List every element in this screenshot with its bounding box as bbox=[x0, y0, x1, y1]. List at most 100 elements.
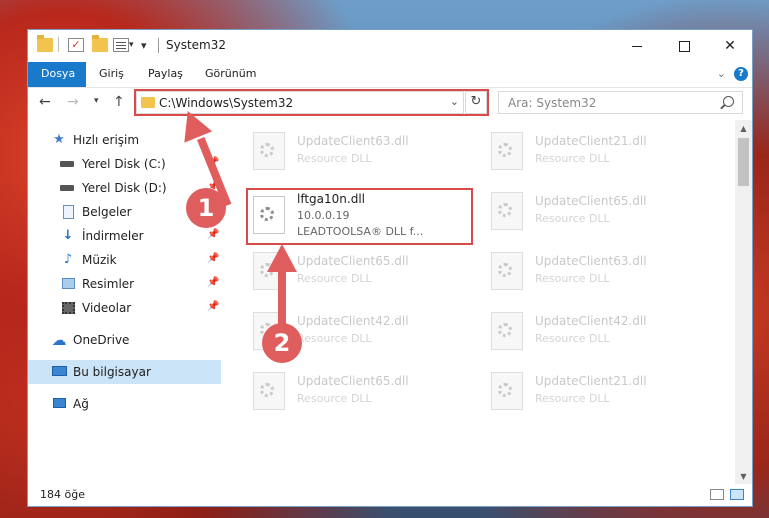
explorer-window: ✓ ▾ ▾ System32 ✕ Dosya Giriş Paylaş Görü… bbox=[27, 29, 753, 507]
dll-file-icon bbox=[491, 372, 523, 410]
gear-icon bbox=[498, 263, 512, 277]
sidebar-item-disk-c[interactable]: Yerel Disk (C:) 📌 bbox=[28, 152, 221, 176]
close-button[interactable]: ✕ bbox=[707, 30, 753, 62]
new-folder-icon[interactable] bbox=[92, 35, 108, 52]
file-tile[interactable]: UpdateClient21.dll Resource DLL bbox=[483, 366, 703, 416]
gear-icon bbox=[260, 383, 274, 397]
file-type: Resource DLL bbox=[535, 332, 610, 345]
file-type: Resource DLL bbox=[535, 392, 610, 405]
maximize-button[interactable] bbox=[661, 30, 707, 62]
file-type: Resource DLL bbox=[297, 272, 372, 285]
file-list: UpdateClient63.dll Resource DLL UpdateCl… bbox=[243, 120, 737, 485]
file-name: UpdateClient63.dll bbox=[535, 254, 647, 268]
search-placeholder[interactable]: Ara: System32 bbox=[508, 96, 596, 110]
status-bar: 184 öğe bbox=[28, 484, 752, 506]
file-tile[interactable]: UpdateClient21.dll Resource DLL bbox=[483, 126, 703, 176]
sidebar-item-network[interactable]: Ağ bbox=[28, 392, 221, 416]
search-box[interactable]: Ara: System32 bbox=[498, 91, 743, 114]
file-name: UpdateClient21.dll bbox=[535, 134, 647, 148]
sidebar-item-label: Müzik bbox=[82, 253, 117, 267]
sidebar-item-label: Videolar bbox=[82, 301, 132, 315]
sidebar-item-label: Yerel Disk (D:) bbox=[82, 181, 167, 195]
forward-icon[interactable]: → bbox=[67, 94, 79, 110]
divider bbox=[58, 37, 59, 52]
dll-file-icon bbox=[491, 252, 523, 290]
up-icon[interactable]: ↑ bbox=[113, 94, 125, 110]
title-separator bbox=[158, 38, 159, 53]
file-name: UpdateClient42.dll bbox=[297, 314, 409, 328]
music-icon: ♪ bbox=[63, 252, 73, 267]
scroll-down-icon[interactable]: ▼ bbox=[735, 468, 752, 485]
sidebar-item-label: Yerel Disk (C:) bbox=[82, 157, 166, 171]
minimize-icon bbox=[632, 46, 642, 47]
sidebar-item-pictures[interactable]: Resimler 📌 bbox=[28, 272, 221, 296]
file-tile[interactable]: UpdateClient65.dll Resource DLL bbox=[245, 366, 465, 416]
sidebar-item-videos[interactable]: Videolar 📌 bbox=[28, 296, 221, 320]
properties-check-icon[interactable]: ✓ bbox=[68, 38, 84, 52]
annotation-badge-1: 1 bbox=[186, 188, 226, 228]
sidebar-item-label: Hızlı erişim bbox=[73, 133, 140, 147]
dll-file-icon bbox=[491, 132, 523, 170]
file-tile[interactable]: UpdateClient63.dll Resource DLL bbox=[483, 246, 703, 296]
help-icon[interactable]: ? bbox=[734, 67, 748, 81]
tiles-view-icon[interactable] bbox=[730, 489, 744, 500]
back-icon[interactable]: ← bbox=[39, 94, 51, 110]
search-icon[interactable] bbox=[723, 96, 734, 107]
pictures-icon bbox=[60, 276, 76, 292]
file-type: Resource DLL bbox=[535, 152, 610, 165]
customize-toolbar-icon[interactable]: ▾ bbox=[141, 39, 157, 53]
network-icon bbox=[51, 396, 67, 412]
file-type: Resource DLL bbox=[297, 152, 372, 165]
gear-icon bbox=[498, 203, 512, 217]
pin-icon[interactable]: 📌 bbox=[207, 277, 219, 288]
sidebar-item-label: İndirmeler bbox=[82, 229, 144, 243]
gear-icon bbox=[498, 383, 512, 397]
file-tile[interactable]: UpdateClient65.dll Resource DLL bbox=[483, 186, 703, 236]
file-name: UpdateClient65.dll bbox=[535, 194, 647, 208]
sidebar-item-this-pc[interactable]: Bu bilgisayar bbox=[28, 360, 221, 384]
tab-home[interactable]: Giriş bbox=[90, 62, 133, 87]
download-icon: ↓ bbox=[62, 228, 74, 243]
file-tile[interactable]: UpdateClient63.dll Resource DLL bbox=[245, 126, 465, 176]
vertical-scrollbar[interactable]: ▲ ▼ bbox=[735, 120, 752, 485]
gear-icon bbox=[498, 143, 512, 157]
gear-icon bbox=[260, 143, 274, 157]
sidebar-item-onedrive[interactable]: ☁ OneDrive bbox=[28, 328, 221, 352]
details-view-icon[interactable] bbox=[710, 489, 724, 500]
sidebar-item-music[interactable]: ♪ Müzik 📌 bbox=[28, 248, 221, 272]
drive-icon bbox=[60, 156, 76, 172]
file-name: UpdateClient42.dll bbox=[535, 314, 647, 328]
title-bar: ✓ ▾ ▾ System32 ✕ bbox=[28, 30, 752, 62]
file-name: UpdateClient21.dll bbox=[535, 374, 647, 388]
tab-file[interactable]: Dosya bbox=[28, 62, 86, 87]
dll-file-icon bbox=[253, 372, 285, 410]
pin-icon[interactable]: 📌 bbox=[207, 229, 219, 240]
pin-icon[interactable]: 📌 bbox=[207, 253, 219, 264]
file-highlight-box bbox=[246, 188, 473, 245]
tab-share[interactable]: Paylaş bbox=[139, 62, 192, 87]
dll-file-icon bbox=[253, 132, 285, 170]
scroll-up-icon[interactable]: ▲ bbox=[735, 120, 752, 137]
tab-view[interactable]: Görünüm bbox=[196, 62, 265, 87]
navigation-pane: ★ Hızlı erişim Yerel Disk (C:) 📌 Yerel D… bbox=[28, 120, 221, 485]
ribbon: Dosya Giriş Paylaş Görünüm ⌄ ? bbox=[28, 62, 752, 88]
recent-locations-icon[interactable]: ▾ bbox=[94, 96, 99, 106]
navigation-bar: ← → ▾ ↑ C:\Windows\System32 ⌄ ↻ Ara: Sys… bbox=[28, 88, 752, 118]
expand-ribbon-icon[interactable]: ⌄ bbox=[717, 67, 726, 80]
drive-icon bbox=[60, 180, 76, 196]
documents-icon bbox=[60, 204, 76, 220]
file-name: UpdateClient63.dll bbox=[297, 134, 409, 148]
gear-icon bbox=[498, 323, 512, 337]
sidebar-item-label: Belgeler bbox=[82, 205, 132, 219]
sidebar-item-downloads[interactable]: ↓ İndirmeler 📌 bbox=[28, 224, 221, 248]
sidebar-item-label: Bu bilgisayar bbox=[73, 365, 151, 379]
file-tile[interactable]: UpdateClient42.dll Resource DLL bbox=[483, 306, 703, 356]
minimize-button[interactable] bbox=[614, 30, 660, 62]
scroll-thumb[interactable] bbox=[738, 138, 749, 186]
pin-icon[interactable]: 📌 bbox=[207, 301, 219, 312]
view-options-icon[interactable] bbox=[113, 38, 129, 52]
computer-icon bbox=[51, 364, 67, 380]
videos-icon bbox=[60, 300, 76, 316]
folder-icon bbox=[37, 35, 53, 52]
item-count: 184 öğe bbox=[40, 488, 85, 501]
